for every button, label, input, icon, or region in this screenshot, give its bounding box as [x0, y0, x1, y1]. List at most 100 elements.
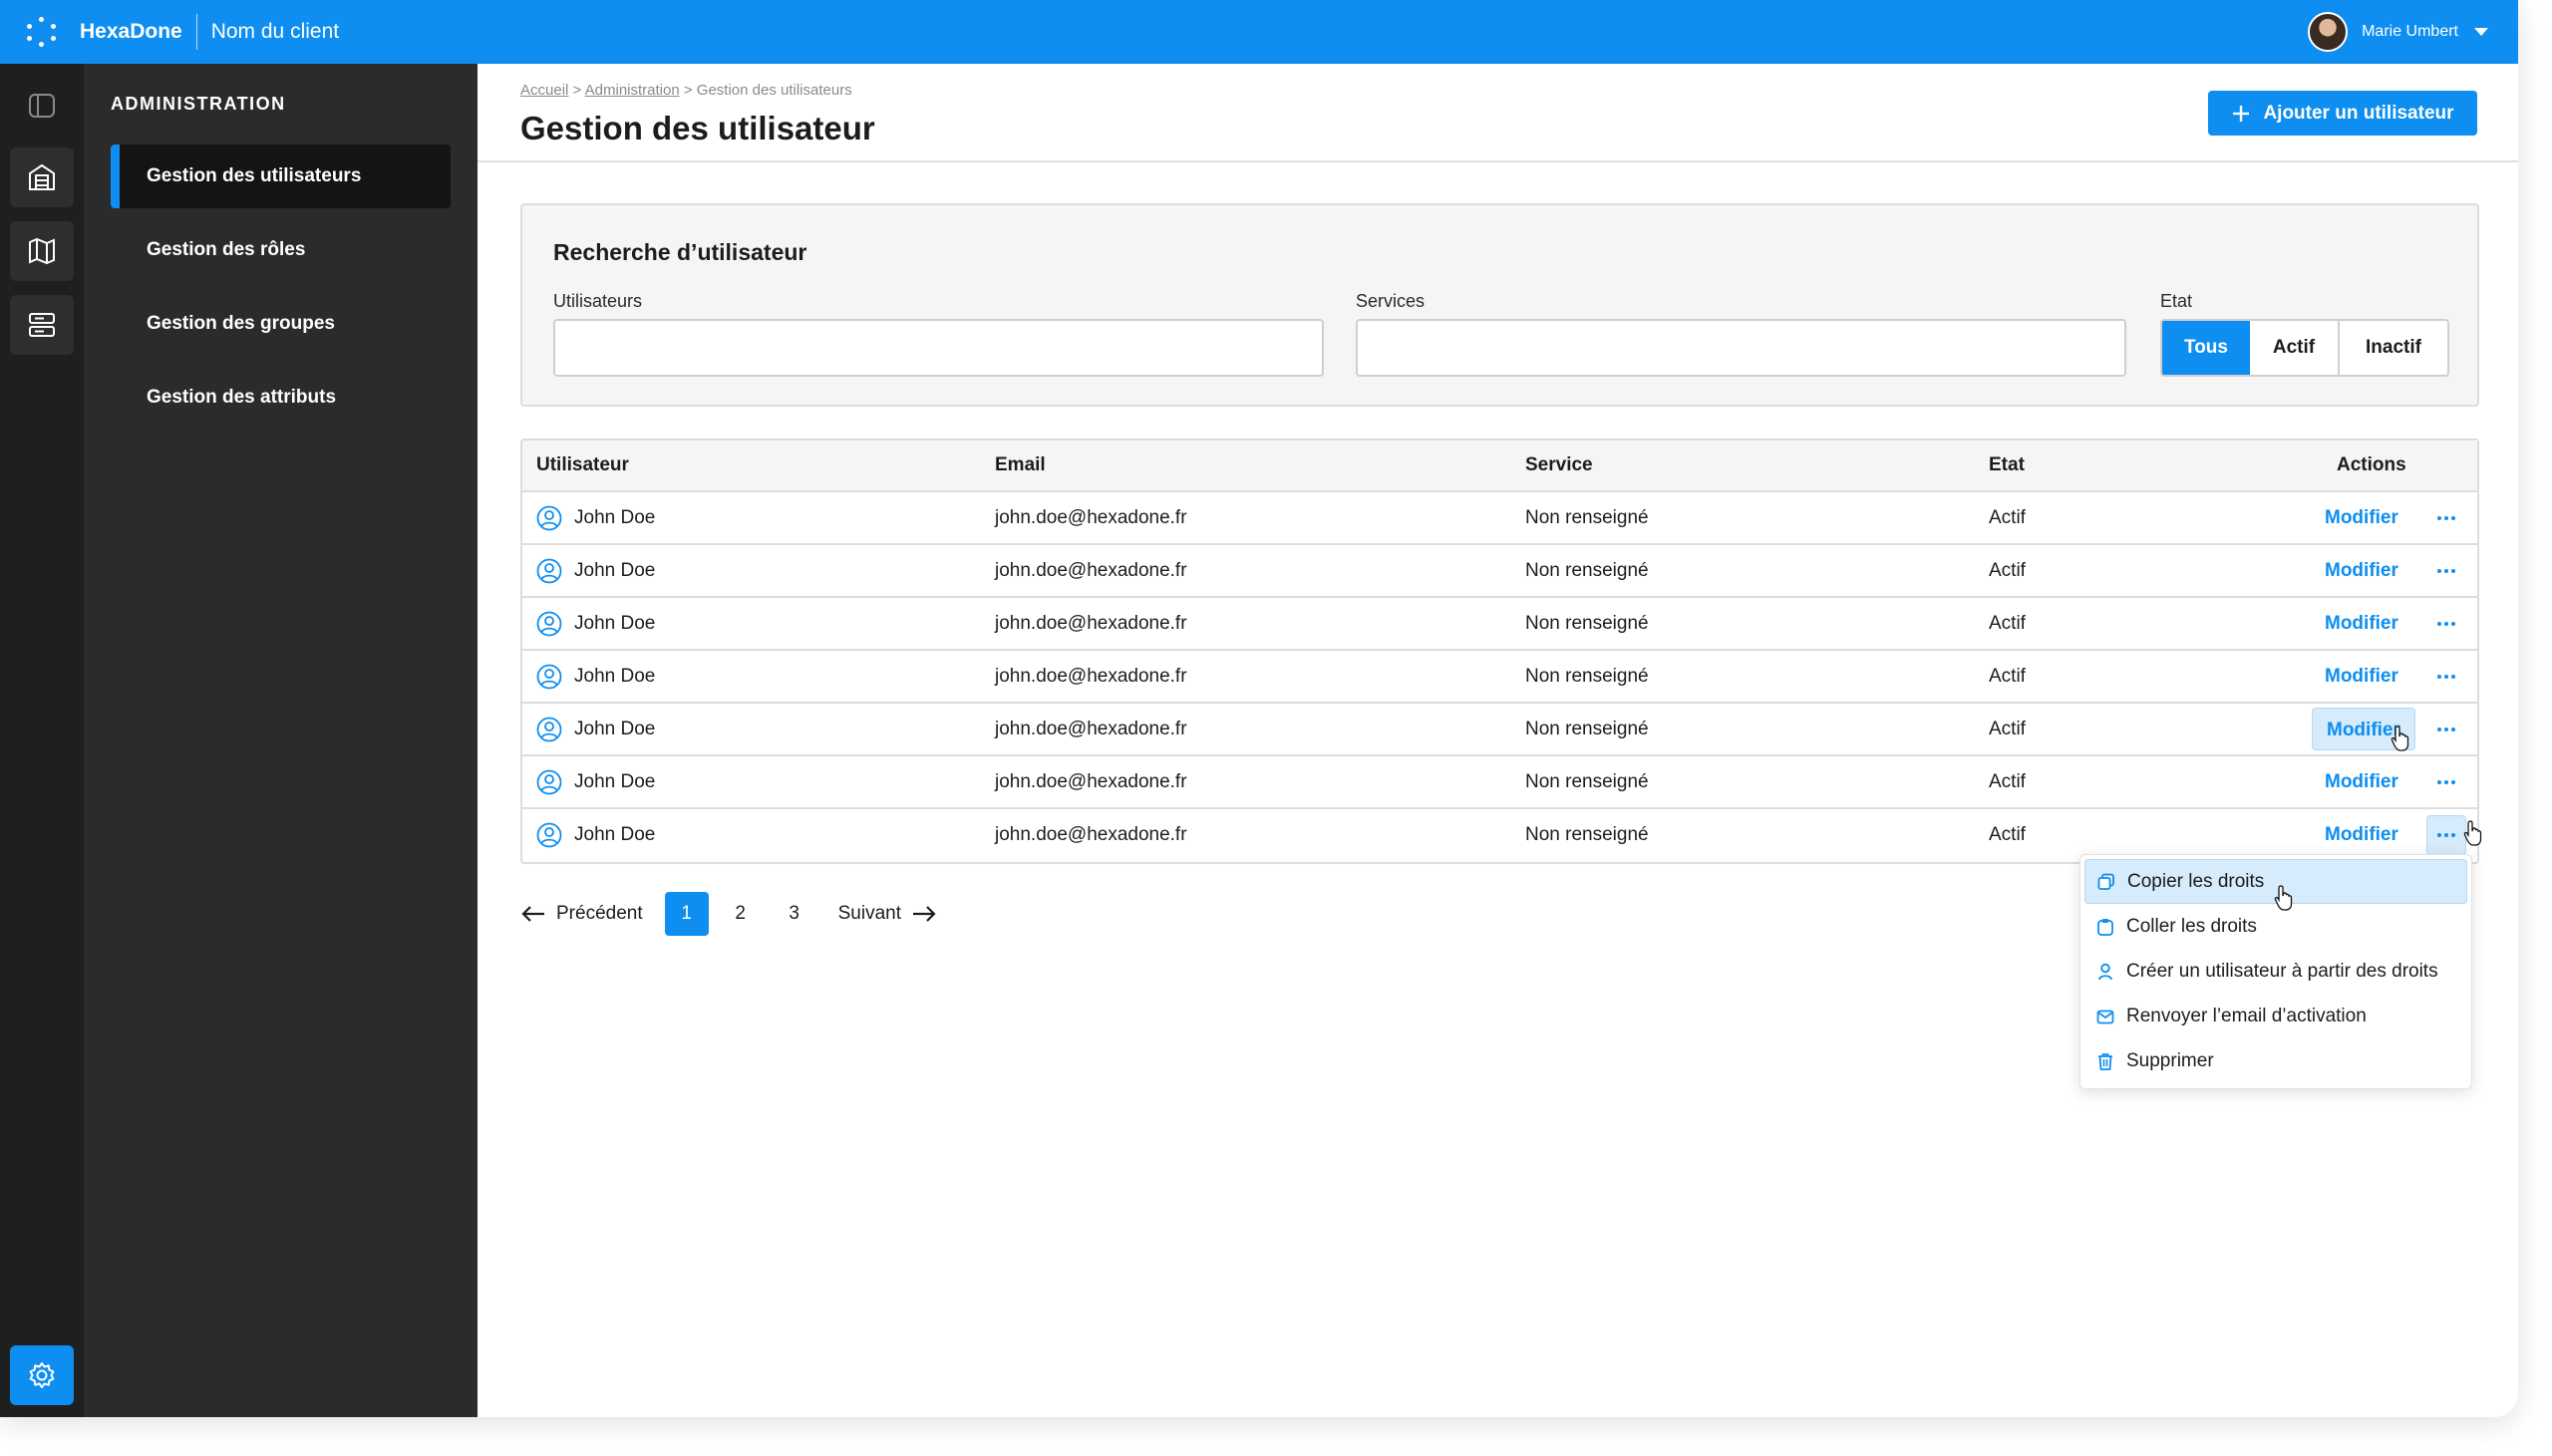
more-actions-button[interactable] [2426, 604, 2466, 644]
search-panel-title: Recherche d’utilisateur [553, 239, 807, 265]
add-user-button[interactable]: Ajouter un utilisateur [2208, 91, 2477, 136]
edit-user-button[interactable]: Modifier [2325, 756, 2398, 807]
services-search-input[interactable] [1356, 319, 2126, 377]
user-circle-icon [536, 558, 562, 583]
side-menu-item-attributes[interactable]: Gestion des attributs [111, 366, 451, 430]
plus-icon [2233, 105, 2250, 122]
sidebar-toggle-icon [29, 94, 55, 118]
breadcrumb-current: Gestion des utilisateurs [696, 82, 852, 99]
user-name-cell: John Doe [574, 666, 656, 687]
settings-button[interactable] [10, 1345, 74, 1405]
user-cell: John Doe [536, 704, 655, 754]
arrow-right-icon [913, 906, 936, 922]
trash-icon [2098, 1052, 2112, 1070]
previous-page-button[interactable]: Précédent [520, 903, 643, 925]
pagination: Précédent 1 2 3 Suivant [520, 891, 937, 937]
context-item-label: Coller les droits [2126, 915, 2257, 937]
copy-icon [2097, 873, 2114, 890]
side-menu-item-roles[interactable]: Gestion des rôles [111, 218, 451, 282]
email-cell: john.doe@hexadone.fr [995, 771, 1187, 792]
page-number-3[interactable]: 3 [773, 892, 816, 936]
service-cell: Non renseigné [1525, 613, 1649, 634]
next-page-button[interactable]: Suivant [838, 903, 937, 925]
user-name-cell: John Doe [574, 613, 656, 634]
page-number-1[interactable]: 1 [664, 892, 709, 936]
edit-user-button[interactable]: Modifier [2325, 651, 2398, 702]
user-name[interactable]: Marie Umbert [2362, 23, 2458, 41]
table-header: Utilisateur Email Service Etat Actions [522, 440, 2477, 492]
hexadone-logo-icon[interactable] [20, 10, 64, 54]
state-option-tous[interactable]: Tous [2162, 321, 2250, 375]
table-row: John Doe john.doe@hexadone.fr Non renseign… [522, 492, 2477, 545]
edit-user-button[interactable]: Modifier [2325, 545, 2398, 596]
arrow-left-icon [521, 906, 544, 922]
rail-map-button[interactable] [10, 221, 74, 281]
column-header-email: Email [995, 454, 1046, 475]
context-item-resend-activation-email[interactable]: Renvoyer l’email d’activation [2084, 994, 2467, 1038]
breadcrumb-admin-link[interactable]: Administration [585, 82, 680, 99]
state-option-actif[interactable]: Actif [2250, 321, 2338, 375]
services-field-label: Services [1356, 291, 1426, 311]
table-row: John Doe john.doe@hexadone.fr Non renseign… [522, 704, 2477, 756]
hand-cursor-icon [2463, 820, 2482, 846]
building-icon [29, 163, 55, 190]
context-item-label: Créer un utilisateur à partir des droits [2126, 960, 2438, 982]
more-actions-button[interactable] [2426, 815, 2466, 855]
admin-side-menu: ADMINISTRATION Gestion des utilisateurs … [84, 64, 478, 1417]
edit-user-button[interactable]: Modifier [2325, 598, 2398, 649]
side-menu-item-groups[interactable]: Gestion des groupes [111, 292, 451, 356]
email-cell: john.doe@hexadone.fr [995, 613, 1187, 634]
breadcrumb-home-link[interactable]: Accueil [520, 82, 568, 99]
icon-rail [0, 64, 84, 1417]
user-cell: John Doe [536, 756, 655, 807]
table-row: John Doe john.doe@hexadone.fr Non renseign… [522, 545, 2477, 598]
state-cell: Actif [1989, 613, 2026, 634]
table-row: John Doe john.doe@hexadone.fr Non renseign… [522, 756, 2477, 809]
side-menu-item-users[interactable]: Gestion des utilisateurs [111, 145, 451, 208]
column-header-service: Service [1525, 454, 1593, 475]
more-horizontal-icon [2436, 675, 2457, 679]
user-menu[interactable]: Marie Umbert [2308, 0, 2488, 64]
user-name-cell: John Doe [574, 560, 656, 581]
context-item-label: Copier les droits [2127, 870, 2265, 892]
more-actions-button[interactable] [2426, 551, 2466, 591]
rail-server-button[interactable] [10, 295, 74, 355]
more-actions-button[interactable] [2426, 657, 2466, 697]
user-circle-icon [536, 611, 562, 636]
context-item-delete[interactable]: Supprimer [2084, 1038, 2467, 1083]
column-header-state: Etat [1989, 454, 2025, 475]
more-actions-button[interactable] [2426, 762, 2466, 802]
state-option-inactif[interactable]: Inactif [2338, 321, 2447, 375]
page-number-2[interactable]: 2 [719, 892, 763, 936]
more-actions-button[interactable] [2426, 710, 2466, 749]
mail-icon [2096, 1010, 2114, 1023]
state-cell: Actif [1989, 507, 2026, 528]
column-header-actions: Actions [2337, 454, 2406, 475]
breadcrumb-separator: > [683, 82, 693, 99]
table-row: John Doe john.doe@hexadone.fr Non renseign… [522, 651, 2477, 704]
avatar[interactable] [2308, 12, 2349, 52]
email-cell: john.doe@hexadone.fr [995, 666, 1187, 687]
service-cell: Non renseigné [1525, 824, 1649, 845]
more-actions-button[interactable] [2426, 498, 2466, 538]
state-cell: Actif [1989, 560, 2026, 581]
user-cell: John Doe [536, 651, 655, 702]
state-field-label: Etat [2160, 291, 2193, 311]
client-name: Nom du client [210, 20, 340, 43]
users-search-input[interactable] [553, 319, 1324, 377]
service-cell: Non renseigné [1525, 507, 1649, 528]
user-icon [2098, 963, 2112, 980]
rail-home-button[interactable] [10, 147, 74, 207]
column-header-user: Utilisateur [536, 454, 629, 475]
context-item-create-user-from-rights[interactable]: Créer un utilisateur à partir des droits [2084, 949, 2467, 994]
more-horizontal-icon [2436, 516, 2457, 520]
chevron-down-icon[interactable] [2474, 28, 2488, 36]
user-name-cell: John Doe [574, 507, 656, 528]
sidebar-toggle-button[interactable] [10, 76, 74, 136]
user-name-cell: John Doe [574, 719, 656, 739]
users-field-label: Utilisateurs [553, 291, 643, 311]
edit-user-button[interactable]: Modifier [2325, 492, 2398, 543]
side-menu-title: ADMINISTRATION [111, 94, 286, 114]
app-window: HexaDone Nom du client Marie Umbert ADMI… [0, 0, 2518, 1417]
edit-user-button[interactable]: Modifier [2325, 809, 2398, 860]
